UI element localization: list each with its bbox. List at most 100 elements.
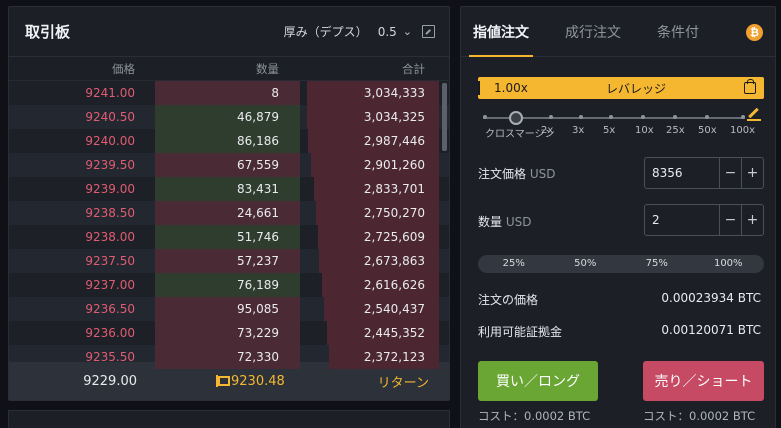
price-input-value[interactable]: 8356 [645,166,719,180]
price-increment-button[interactable]: + [741,158,763,188]
qty-input-value[interactable]: 2 [645,213,719,227]
order-book-row[interactable]: 9239.50 67,559 2,901,260 [9,153,449,177]
order-book-row[interactable]: 9241.00 8 3,034,333 [9,81,449,105]
tick-10x[interactable]: 10x [635,125,654,136]
row-price[interactable]: 9236.50 [9,302,135,316]
column-total: 合計 [402,61,425,76]
row-price[interactable]: 9235.50 [9,350,135,364]
row-quantity[interactable]: 83,431 [135,182,279,196]
row-quantity[interactable]: 76,189 [135,278,279,292]
column-quantity: 数量 [256,61,279,76]
percent-selector: 25% 50% 75% 100% [478,255,764,273]
row-quantity[interactable]: 57,237 [135,254,279,268]
row-total[interactable]: 2,750,270 [279,206,425,220]
row-quantity[interactable]: 95,085 [135,302,279,316]
leverage-value: 1.00x [478,81,538,95]
row-total[interactable]: 2,673,863 [279,254,425,268]
tick-2x[interactable]: 2x [541,125,553,136]
sell-short-button[interactable]: 売り／ショート [643,361,764,401]
slider-stop[interactable] [483,115,487,119]
row-quantity[interactable]: 73,229 [135,326,279,340]
tab-conditional-order[interactable]: 条件付 [657,7,699,57]
percent-100-button[interactable]: 100% [693,255,765,273]
price-input[interactable]: 8356 − + [644,157,764,189]
order-value: 0.00023934 BTC [661,291,761,305]
slider-stop[interactable] [641,115,645,119]
row-total[interactable]: 2,445,352 [279,326,425,340]
row-price[interactable]: 9240.00 [9,134,135,148]
price-decrement-button[interactable]: − [719,158,741,188]
row-price[interactable]: 9237.50 [9,254,135,268]
last-price: 9229.00 [83,373,137,389]
slider-stop[interactable] [673,115,677,119]
tab-limit-order[interactable]: 指値注文 [469,7,533,57]
row-price[interactable]: 9241.00 [9,86,135,100]
order-book-row[interactable]: 9240.50 46,879 3,034,325 [9,105,449,129]
tick-3x[interactable]: 3x [572,125,584,136]
order-book-row[interactable]: 9240.00 86,186 2,987,446 [9,129,449,153]
row-price[interactable]: 9239.50 [9,158,135,172]
row-total[interactable]: 2,540,437 [279,302,425,316]
slider-stop[interactable] [741,115,745,119]
order-book-row[interactable]: 9239.00 83,431 2,833,701 [9,177,449,201]
row-quantity[interactable]: 67,559 [135,158,279,172]
tick-25x[interactable]: 25x [666,125,685,136]
row-total[interactable]: 2,725,609 [279,230,425,244]
row-total[interactable]: 2,833,701 [279,182,425,196]
bitcoin-icon[interactable]: ₿ [746,24,763,41]
price-label: 注文価格 [478,167,527,181]
expand-icon[interactable] [422,25,435,38]
row-quantity[interactable]: 86,186 [135,134,279,148]
leverage-bar[interactable]: 1.00x レバレッジ [478,77,764,99]
row-price[interactable]: 9237.00 [9,278,135,292]
row-total[interactable]: 3,034,333 [279,86,425,100]
row-price[interactable]: 9238.50 [9,206,135,220]
tick-5x[interactable]: 5x [603,125,615,136]
lock-icon[interactable] [744,79,756,94]
row-price[interactable]: 9238.00 [9,230,135,244]
pencil-icon[interactable] [747,107,761,121]
row-quantity[interactable]: 51,746 [135,230,279,244]
row-total[interactable]: 2,987,446 [279,134,425,148]
chevron-down-icon[interactable]: ⌄ [403,25,412,38]
order-book-row[interactable]: 9237.50 57,237 2,673,863 [9,249,449,273]
row-quantity[interactable]: 46,879 [135,110,279,124]
order-book-scrollbar[interactable] [442,83,447,151]
row-quantity[interactable]: 8 [135,86,279,100]
row-quantity[interactable]: 24,661 [135,206,279,220]
percent-75-button[interactable]: 75% [621,255,693,273]
order-book-row[interactable]: 9238.00 51,746 2,725,609 [9,225,449,249]
return-button[interactable]: リターン [378,372,429,391]
leverage-slider-handle[interactable] [509,111,523,125]
depth-select[interactable]: 0.5 [378,25,397,39]
order-book-row[interactable]: 9237.00 76,189 2,616,626 [9,273,449,297]
slider-stop[interactable] [705,115,709,119]
percent-25-button[interactable]: 25% [478,255,550,273]
row-total[interactable]: 3,034,325 [279,110,425,124]
column-price: 価格 [112,61,135,76]
order-book-row[interactable]: 9236.50 95,085 2,540,437 [9,297,449,321]
percent-50-button[interactable]: 50% [550,255,622,273]
qty-input[interactable]: 2 − + [644,204,764,236]
qty-increment-button[interactable]: + [741,205,763,235]
qty-decrement-button[interactable]: − [719,205,741,235]
slider-stop[interactable] [579,115,583,119]
slider-stop[interactable] [549,115,553,119]
order-book-row[interactable]: 9236.00 73,229 2,445,352 [9,321,449,345]
mark-price: 9230.48 [215,374,285,389]
slider-stop[interactable] [609,115,613,119]
row-price[interactable]: 9239.00 [9,182,135,196]
order-book-row[interactable]: 9238.50 24,661 2,750,270 [9,201,449,225]
row-total[interactable]: 2,372,123 [279,350,425,364]
order-book-columns: 価格 数量 合計 [9,57,449,81]
row-quantity[interactable]: 72,330 [135,350,279,364]
order-type-tabs: 指値注文 成行注文 条件付 ₿ [461,7,775,57]
tick-50x[interactable]: 50x [698,125,717,136]
tick-100x[interactable]: 100x [730,125,755,136]
row-price[interactable]: 9240.50 [9,110,135,124]
row-total[interactable]: 2,901,260 [279,158,425,172]
buy-long-button[interactable]: 買い／ロング [478,361,598,401]
tab-market-order[interactable]: 成行注文 [565,7,621,57]
row-price[interactable]: 9236.00 [9,326,135,340]
row-total[interactable]: 2,616,626 [279,278,425,292]
